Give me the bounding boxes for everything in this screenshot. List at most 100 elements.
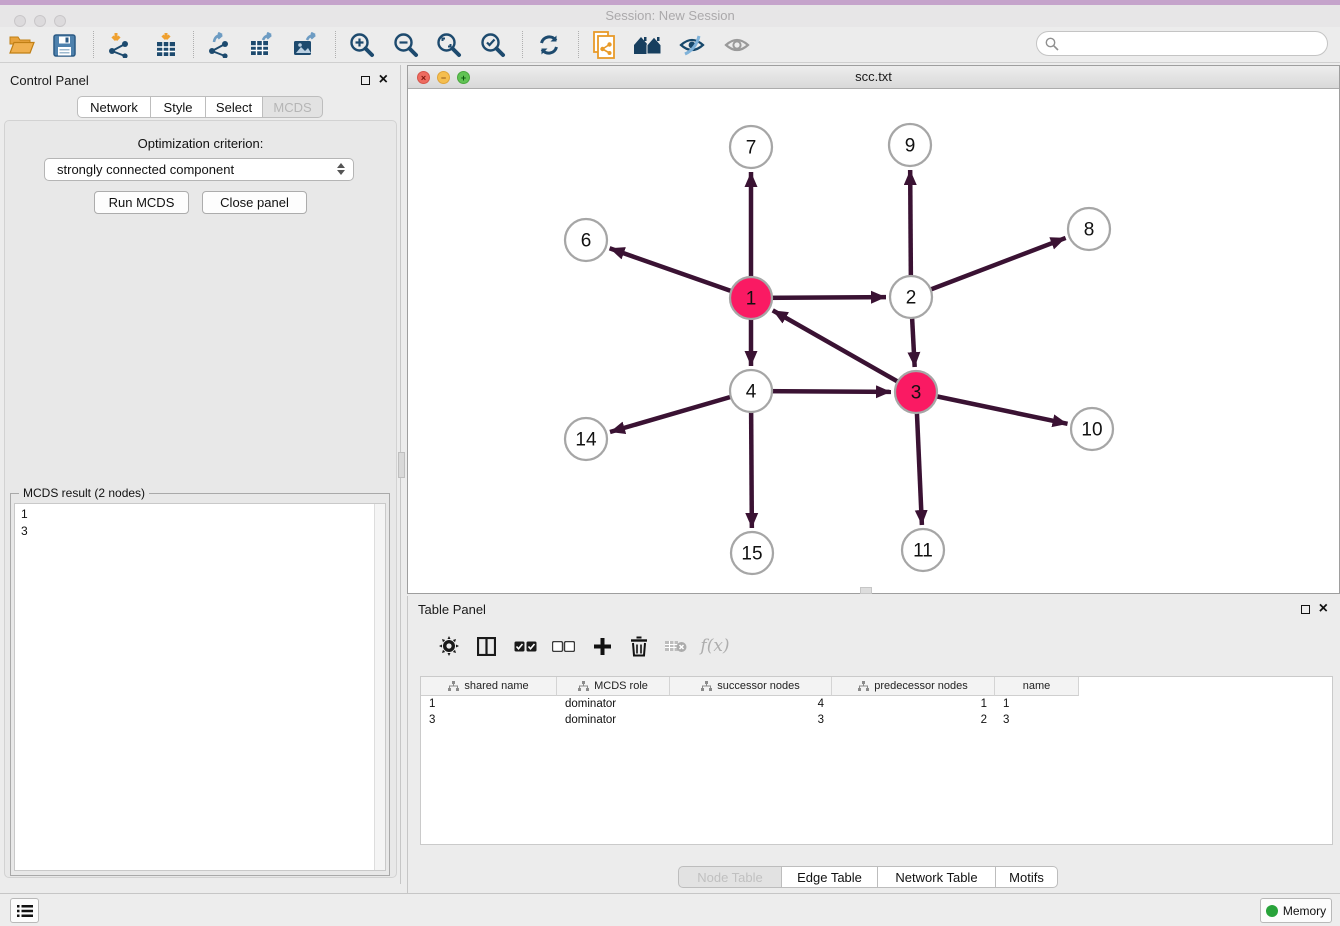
export-image-icon [292,32,318,58]
network-window-titlebar[interactable]: × − + scc.txt [408,66,1339,89]
graph-node-label: 2 [906,288,917,309]
network-window-title: scc.txt [408,66,1339,88]
minimize-network-button[interactable]: − [437,71,450,84]
memory-status-icon [1266,905,1278,917]
close-network-button[interactable]: × [417,71,430,84]
close-panel-icon[interactable]: × [379,74,388,86]
column-header-successor-nodes[interactable]: successor nodes [670,677,832,696]
select-all-columns-button[interactable] [508,629,542,663]
memory-button[interactable]: Memory [1260,898,1332,923]
network-canvas[interactable]: 7968124314101511 [408,89,1339,593]
import-network-button[interactable] [102,29,136,61]
panel-splitter-handle[interactable] [398,452,405,478]
graph-edge-1-6[interactable] [610,248,751,298]
zoom-fit-button[interactable] [432,29,466,61]
float-panel-icon[interactable] [361,76,370,85]
create-column-button[interactable] [585,629,619,663]
network-overview-button[interactable] [587,29,621,61]
toolbar-separator [93,31,94,58]
table-row[interactable]: 3dominator323 [421,713,1079,729]
show-all-button[interactable] [720,29,754,61]
tab-node-table[interactable]: Node Table [678,866,782,888]
tab-edge-table[interactable]: Edge Table [782,866,878,888]
mcds-result-textarea[interactable]: 1 3 [14,503,386,871]
column-header-shared-name[interactable]: shared name [421,677,557,696]
table-cell[interactable]: 2 [832,713,995,729]
export-table-icon [249,32,275,58]
apply-layout-button[interactable] [532,29,566,61]
zoom-in-button[interactable] [345,29,379,61]
save-session-button[interactable] [47,29,81,61]
control-panel: Control Panel × Network Style Select MCD… [0,65,401,884]
table-cell[interactable]: 3 [995,713,1079,729]
panel-splitter-handle[interactable] [860,587,872,594]
close-panel-icon[interactable]: × [1319,603,1328,615]
node-table[interactable]: shared name MCDS role successor nodes prede… [420,676,1333,845]
fx-icon: f(x) [700,636,729,656]
import-network-icon [106,32,132,58]
column-header-name[interactable]: name [995,677,1079,696]
float-panel-icon[interactable] [1301,605,1310,614]
status-bar: Memory [0,893,1340,926]
table-cell[interactable]: 4 [670,697,832,713]
zoom-selected-button[interactable] [476,29,510,61]
table-cell[interactable]: 1 [832,697,995,713]
tab-style[interactable]: Style [151,96,206,118]
toolbar-separator [578,31,579,58]
unselect-all-columns-button[interactable] [546,629,580,663]
tab-select[interactable]: Select [206,96,263,118]
scrollbar[interactable] [374,504,385,870]
search-field[interactable] [1036,31,1328,56]
zoom-in-icon [349,32,375,58]
tab-network[interactable]: Network [77,96,151,118]
open-session-button[interactable] [5,29,39,61]
memory-label: Memory [1283,904,1326,918]
export-table-button[interactable] [245,29,279,61]
maximize-network-button[interactable]: + [457,71,470,84]
import-table-button[interactable] [149,29,183,61]
maximize-window-button[interactable] [54,15,66,27]
tab-network-table[interactable]: Network Table [878,866,996,888]
optimization-criterion-value: strongly connected component [57,162,234,177]
table-cell[interactable]: dominator [557,697,670,713]
run-mcds-button[interactable]: Run MCDS [94,191,189,214]
column-header-MCDS-role[interactable]: MCDS role [557,677,670,696]
column-header-label: shared name [464,680,528,692]
graph-edge-3-10[interactable] [916,392,1068,424]
table-row[interactable]: 1dominator411 [421,697,1079,713]
graph-node-label: 3 [911,383,922,404]
optimization-criterion-label: Optimization criterion: [0,136,401,151]
save-icon [53,34,76,57]
optimization-criterion-select[interactable]: strongly connected component [44,158,354,181]
close-panel-button[interactable]: Close panel [202,191,307,214]
graph-edge-3-1[interactable] [773,310,916,392]
table-cell[interactable]: 1 [421,697,557,713]
table-settings-button[interactable] [432,629,466,663]
export-image-button[interactable] [288,29,322,61]
zoom-out-button[interactable] [389,29,423,61]
close-window-button[interactable] [14,15,26,27]
table-cell[interactable]: 3 [421,713,557,729]
table-tabs: Node Table Edge Table Network Table Moti… [678,866,1058,888]
column-header-label: successor nodes [717,680,800,692]
window-controls[interactable] [14,15,66,27]
table-cell[interactable]: 1 [995,697,1079,713]
graph-node-label: 9 [905,136,916,157]
mcds-result-line: 1 [15,506,385,523]
table-cell[interactable]: dominator [557,713,670,729]
tab-motifs[interactable]: Motifs [996,866,1058,888]
minimize-window-button[interactable] [34,15,46,27]
show-column-panel-button[interactable] [469,629,503,663]
trash-icon [630,636,648,657]
hide-selected-button[interactable] [675,29,709,61]
tab-mcds[interactable]: MCDS [263,96,323,118]
zoom-out-icon [393,32,419,58]
delete-column-button[interactable] [622,629,656,663]
table-cell[interactable]: 3 [670,713,832,729]
task-history-button[interactable] [10,898,39,923]
graph-edge-2-8[interactable] [911,238,1066,297]
search-input[interactable] [1059,37,1309,51]
column-header-predecessor-nodes[interactable]: predecessor nodes [832,677,995,696]
first-neighbors-button[interactable] [631,29,665,61]
export-network-button[interactable] [202,29,236,61]
